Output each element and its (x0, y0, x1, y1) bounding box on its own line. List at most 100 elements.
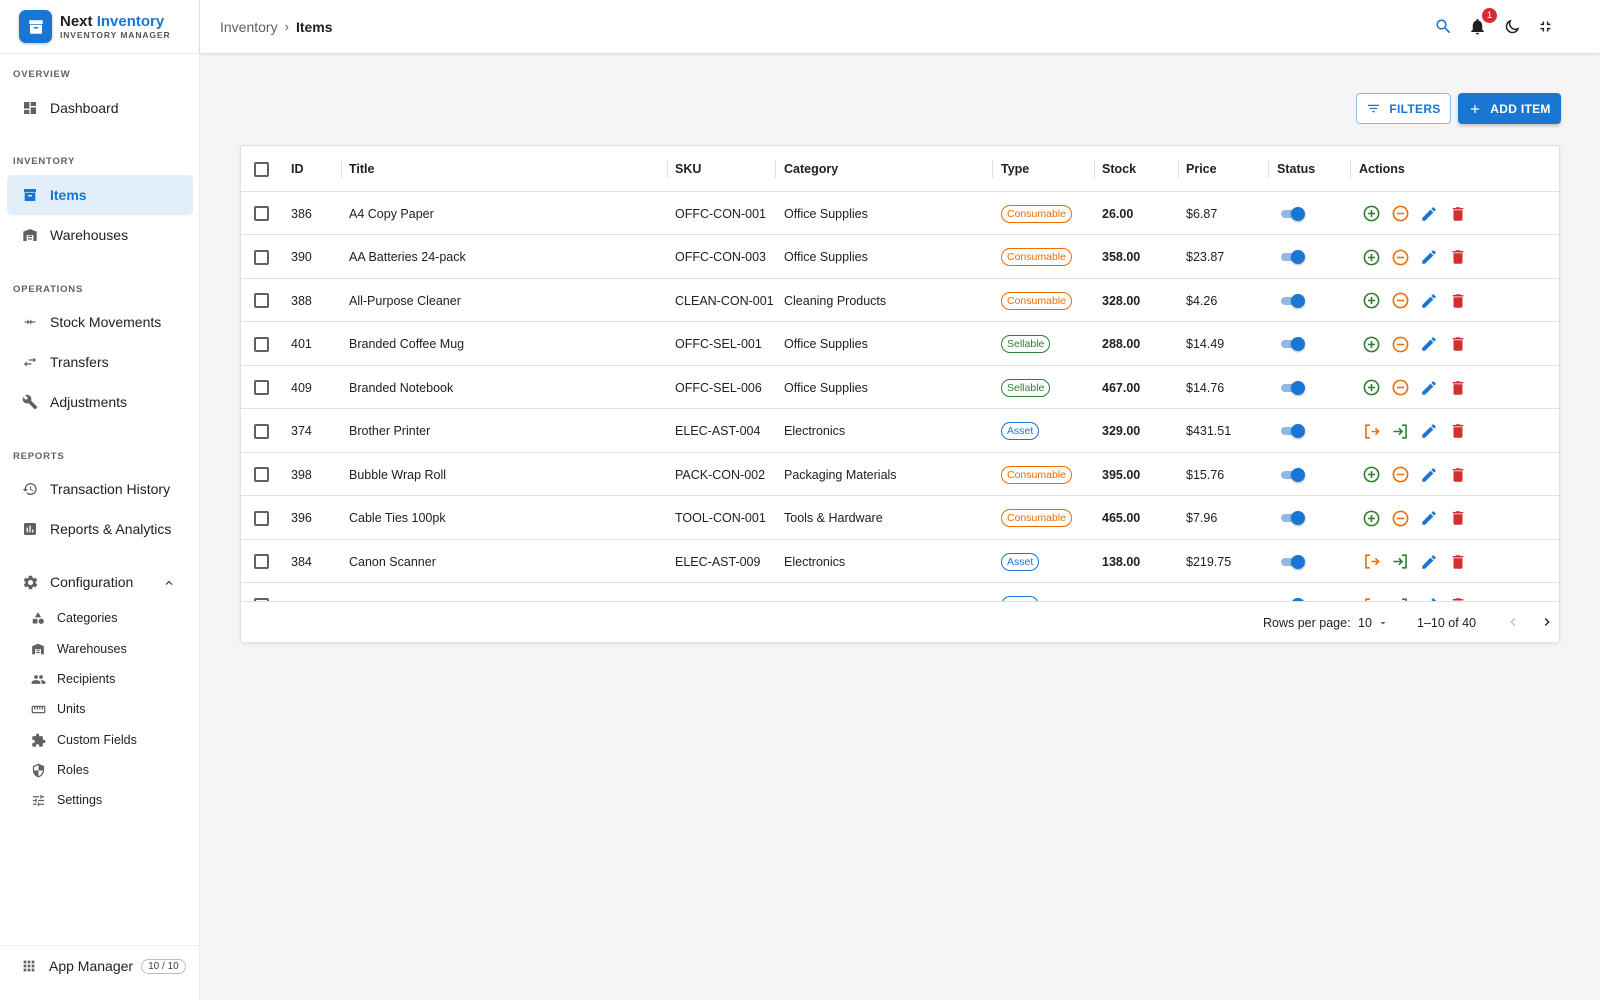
delete-icon[interactable] (1448, 552, 1468, 572)
app-manager-button[interactable]: App Manager 10 / 10 (21, 958, 186, 974)
table-row[interactable]: 396 Cable Ties 100pk TOOL-CON-001 Tools & H… (241, 497, 1559, 540)
sidebar-item-adjustments[interactable]: Adjustments (7, 382, 193, 422)
search-icon[interactable] (1433, 16, 1454, 37)
check-out-icon[interactable] (1361, 421, 1381, 441)
column-category[interactable]: Category (784, 146, 838, 192)
delete-icon[interactable] (1448, 247, 1468, 267)
select-all-checkbox[interactable] (254, 161, 269, 177)
delete-icon[interactable] (1448, 334, 1468, 354)
config-item-recipients[interactable]: Recipients (30, 665, 115, 693)
column-sku[interactable]: SKU (675, 146, 701, 192)
edit-icon[interactable] (1419, 291, 1439, 311)
delete-icon[interactable] (1448, 465, 1468, 485)
status-toggle[interactable] (1279, 465, 1305, 485)
breadcrumb-inventory[interactable]: Inventory (220, 19, 278, 35)
edit-icon[interactable] (1419, 334, 1439, 354)
remove-stock-icon[interactable] (1390, 378, 1410, 398)
row-checkbox[interactable] (254, 380, 269, 395)
sidebar-item-stock-movements[interactable]: Stock Movements (7, 302, 193, 342)
table-row[interactable]: 388 All-Purpose Cleaner CLEAN-CON-001 Clean… (241, 279, 1559, 322)
row-checkbox[interactable] (254, 467, 269, 482)
config-item-settings[interactable]: Settings (30, 786, 102, 814)
config-item-warehouses[interactable]: Warehouses (30, 635, 127, 663)
row-checkbox[interactable] (254, 554, 269, 569)
edit-icon[interactable] (1419, 421, 1439, 441)
delete-icon[interactable] (1448, 421, 1468, 441)
row-checkbox[interactable] (254, 249, 269, 265)
config-item-roles[interactable]: Roles (30, 756, 89, 784)
delete-icon[interactable] (1448, 204, 1468, 224)
column-id[interactable]: ID (291, 146, 304, 192)
edit-icon[interactable] (1419, 378, 1439, 398)
table-row[interactable]: Asset (241, 584, 1559, 601)
sidebar-item-reports-analytics[interactable]: Reports & Analytics (7, 509, 193, 549)
status-toggle[interactable] (1279, 204, 1305, 224)
status-toggle[interactable] (1279, 247, 1305, 267)
table-row[interactable]: 409 Branded Notebook OFFC-SEL-006 Office Su… (241, 366, 1559, 409)
edit-icon[interactable] (1419, 204, 1439, 224)
delete-icon[interactable] (1448, 291, 1468, 311)
remove-stock-icon[interactable] (1390, 334, 1410, 354)
row-checkbox[interactable] (254, 510, 269, 526)
sidebar-item-dashboard[interactable]: Dashboard (7, 88, 193, 128)
row-checkbox[interactable] (254, 293, 269, 308)
status-toggle[interactable] (1279, 508, 1305, 528)
config-item-categories[interactable]: Categories (30, 604, 117, 632)
edit-icon[interactable] (1419, 465, 1439, 485)
sidebar-item-items[interactable]: Items (7, 175, 193, 215)
check-in-icon[interactable] (1390, 552, 1410, 572)
column-status[interactable]: Status (1277, 146, 1315, 192)
table-row[interactable]: 398 Bubble Wrap Roll PACK-CON-002 Packaging… (241, 453, 1559, 496)
remove-stock-icon[interactable] (1390, 291, 1410, 311)
add-stock-icon[interactable] (1361, 378, 1381, 398)
rows-per-page-select[interactable]: 10 (1358, 616, 1389, 630)
table-row[interactable]: 374 Brother Printer ELEC-AST-004 Electronic… (241, 410, 1559, 453)
delete-icon[interactable] (1448, 508, 1468, 528)
add-stock-icon[interactable] (1361, 508, 1381, 528)
dark-mode-icon[interactable] (1501, 16, 1522, 37)
status-toggle[interactable] (1279, 552, 1305, 572)
fullscreen-exit-icon[interactable] (1535, 16, 1556, 37)
chevron-up-icon[interactable] (162, 576, 176, 595)
add-stock-icon[interactable] (1361, 247, 1381, 267)
column-title[interactable]: Title (349, 146, 374, 192)
table-row[interactable]: 401 Branded Coffee Mug OFFC-SEL-001 Office … (241, 323, 1559, 366)
table-row[interactable]: 390 AA Batteries 24-pack OFFC-CON-003 Offic… (241, 236, 1559, 279)
edit-icon[interactable] (1419, 552, 1439, 572)
check-in-icon[interactable] (1390, 421, 1410, 441)
check-out-icon[interactable] (1361, 552, 1381, 572)
column-type[interactable]: Type (1001, 146, 1029, 192)
remove-stock-icon[interactable] (1390, 247, 1410, 267)
sidebar-item-transaction-history[interactable]: Transaction History (7, 469, 193, 509)
remove-stock-icon[interactable] (1390, 508, 1410, 528)
app-logo[interactable]: Next Inventory INVENTORY MANAGER (0, 0, 199, 54)
bell-icon[interactable]: 1 (1467, 8, 1497, 37)
column-stock[interactable]: Stock (1102, 146, 1136, 192)
add-item-button[interactable]: ADD ITEM (1458, 93, 1561, 124)
edit-icon[interactable] (1419, 247, 1439, 267)
table-row[interactable]: 384 Canon Scanner ELEC-AST-009 Electronics A… (241, 540, 1559, 583)
table-row[interactable]: 386 A4 Copy Paper OFFC-CON-001 Office Suppl… (241, 192, 1559, 235)
edit-icon[interactable] (1419, 508, 1439, 528)
remove-stock-icon[interactable] (1390, 204, 1410, 224)
delete-icon[interactable] (1448, 378, 1468, 398)
add-stock-icon[interactable] (1361, 465, 1381, 485)
add-stock-icon[interactable] (1361, 291, 1381, 311)
chevron-right-icon[interactable] (1539, 614, 1555, 633)
chevron-left-icon[interactable] (1505, 614, 1521, 633)
status-toggle[interactable] (1279, 334, 1305, 354)
row-checkbox[interactable] (254, 206, 269, 221)
status-toggle[interactable] (1279, 421, 1305, 441)
column-price[interactable]: Price (1186, 146, 1217, 192)
sidebar-item-transfers[interactable]: Transfers (7, 342, 193, 382)
filters-button[interactable]: FILTERS (1356, 93, 1451, 124)
add-stock-icon[interactable] (1361, 334, 1381, 354)
status-toggle[interactable] (1279, 291, 1305, 311)
config-item-units[interactable]: Units (30, 695, 85, 723)
add-stock-icon[interactable] (1361, 204, 1381, 224)
row-checkbox[interactable] (254, 336, 269, 352)
sidebar-item-warehouses[interactable]: Warehouses (7, 215, 193, 255)
remove-stock-icon[interactable] (1390, 465, 1410, 485)
row-checkbox[interactable] (254, 423, 269, 439)
config-item-custom-fields[interactable]: Custom Fields (30, 726, 137, 754)
